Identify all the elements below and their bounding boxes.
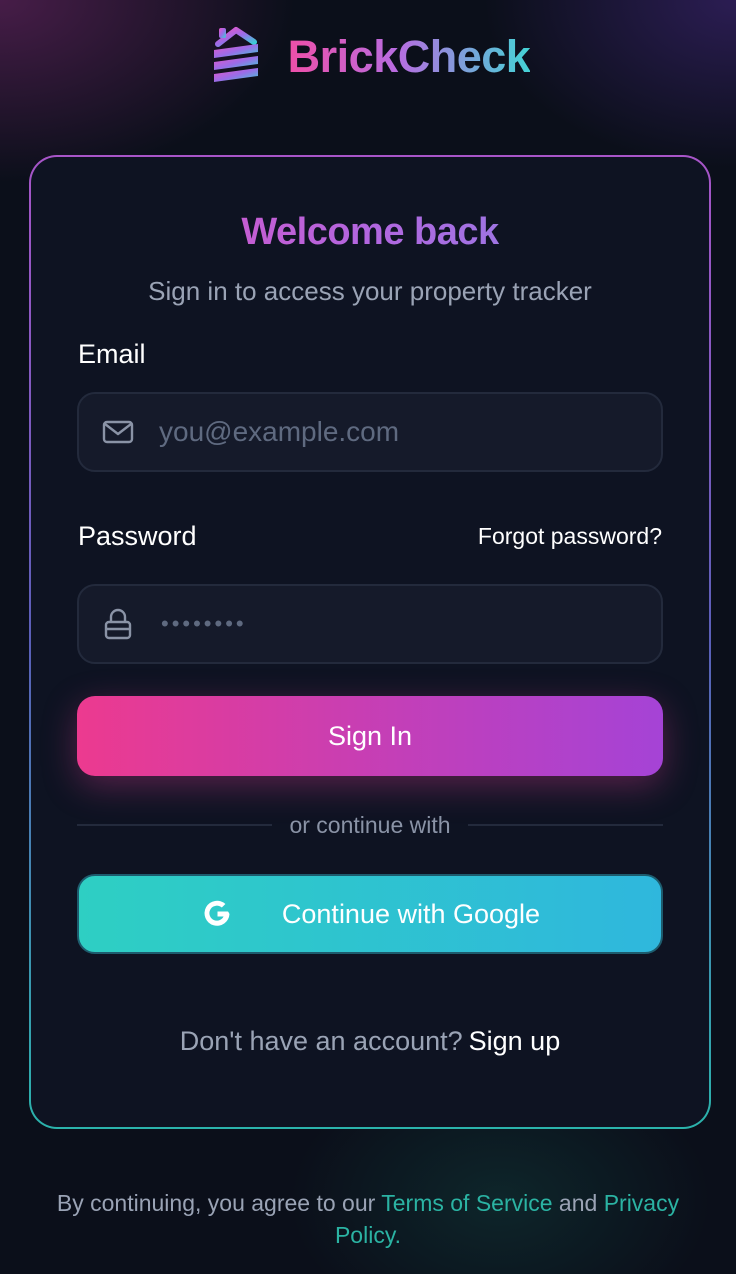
brand-header: BrickCheck: [0, 24, 736, 90]
password-label: Password: [78, 521, 197, 551]
or-divider: or continue with: [77, 810, 663, 840]
signup-prompt-text: Don't have an account?: [179, 1026, 463, 1056]
password-input[interactable]: ••••••••: [161, 611, 247, 637]
login-card: Welcome back Sign in to access your prop…: [29, 155, 711, 1129]
page-subtitle: Sign in to access your property tracker: [148, 276, 592, 306]
email-input[interactable]: [159, 416, 639, 448]
layered-house-logo-icon: [213, 27, 258, 82]
signup-prompt: Don't have an account? Sign up: [31, 1026, 709, 1057]
brand-name: BrickCheck: [287, 31, 531, 82]
google-g-icon: [204, 900, 230, 926]
legal-footer: By continuing, you agree to our Terms of…: [40, 1187, 696, 1251]
divider-label: or continue with: [289, 811, 451, 838]
login-card-body: Welcome back Sign in to access your prop…: [31, 157, 709, 1127]
footer-and: and: [558, 1190, 598, 1216]
page-title: Welcome back: [31, 211, 709, 254]
sign-up-link[interactable]: Sign up: [469, 1026, 561, 1056]
divider-line-left: [77, 824, 273, 826]
footer-period: .: [394, 1222, 402, 1248]
google-button-label: Continue with Google: [281, 898, 541, 929]
lock-icon: [104, 608, 132, 640]
footer-prefix: By continuing, you agree to our: [56, 1190, 376, 1216]
mail-icon: [102, 420, 134, 444]
email-field[interactable]: [77, 392, 663, 472]
forgot-password-link[interactable]: Forgot password?: [478, 523, 662, 550]
password-field[interactable]: ••••••••: [77, 584, 663, 664]
google-sign-in-button[interactable]: Continue with Google: [77, 874, 663, 954]
terms-of-service-link[interactable]: Terms of Service: [381, 1190, 552, 1216]
email-label: Email: [78, 339, 146, 369]
sign-in-button[interactable]: Sign In: [77, 696, 663, 776]
divider-line-right: [467, 824, 663, 826]
